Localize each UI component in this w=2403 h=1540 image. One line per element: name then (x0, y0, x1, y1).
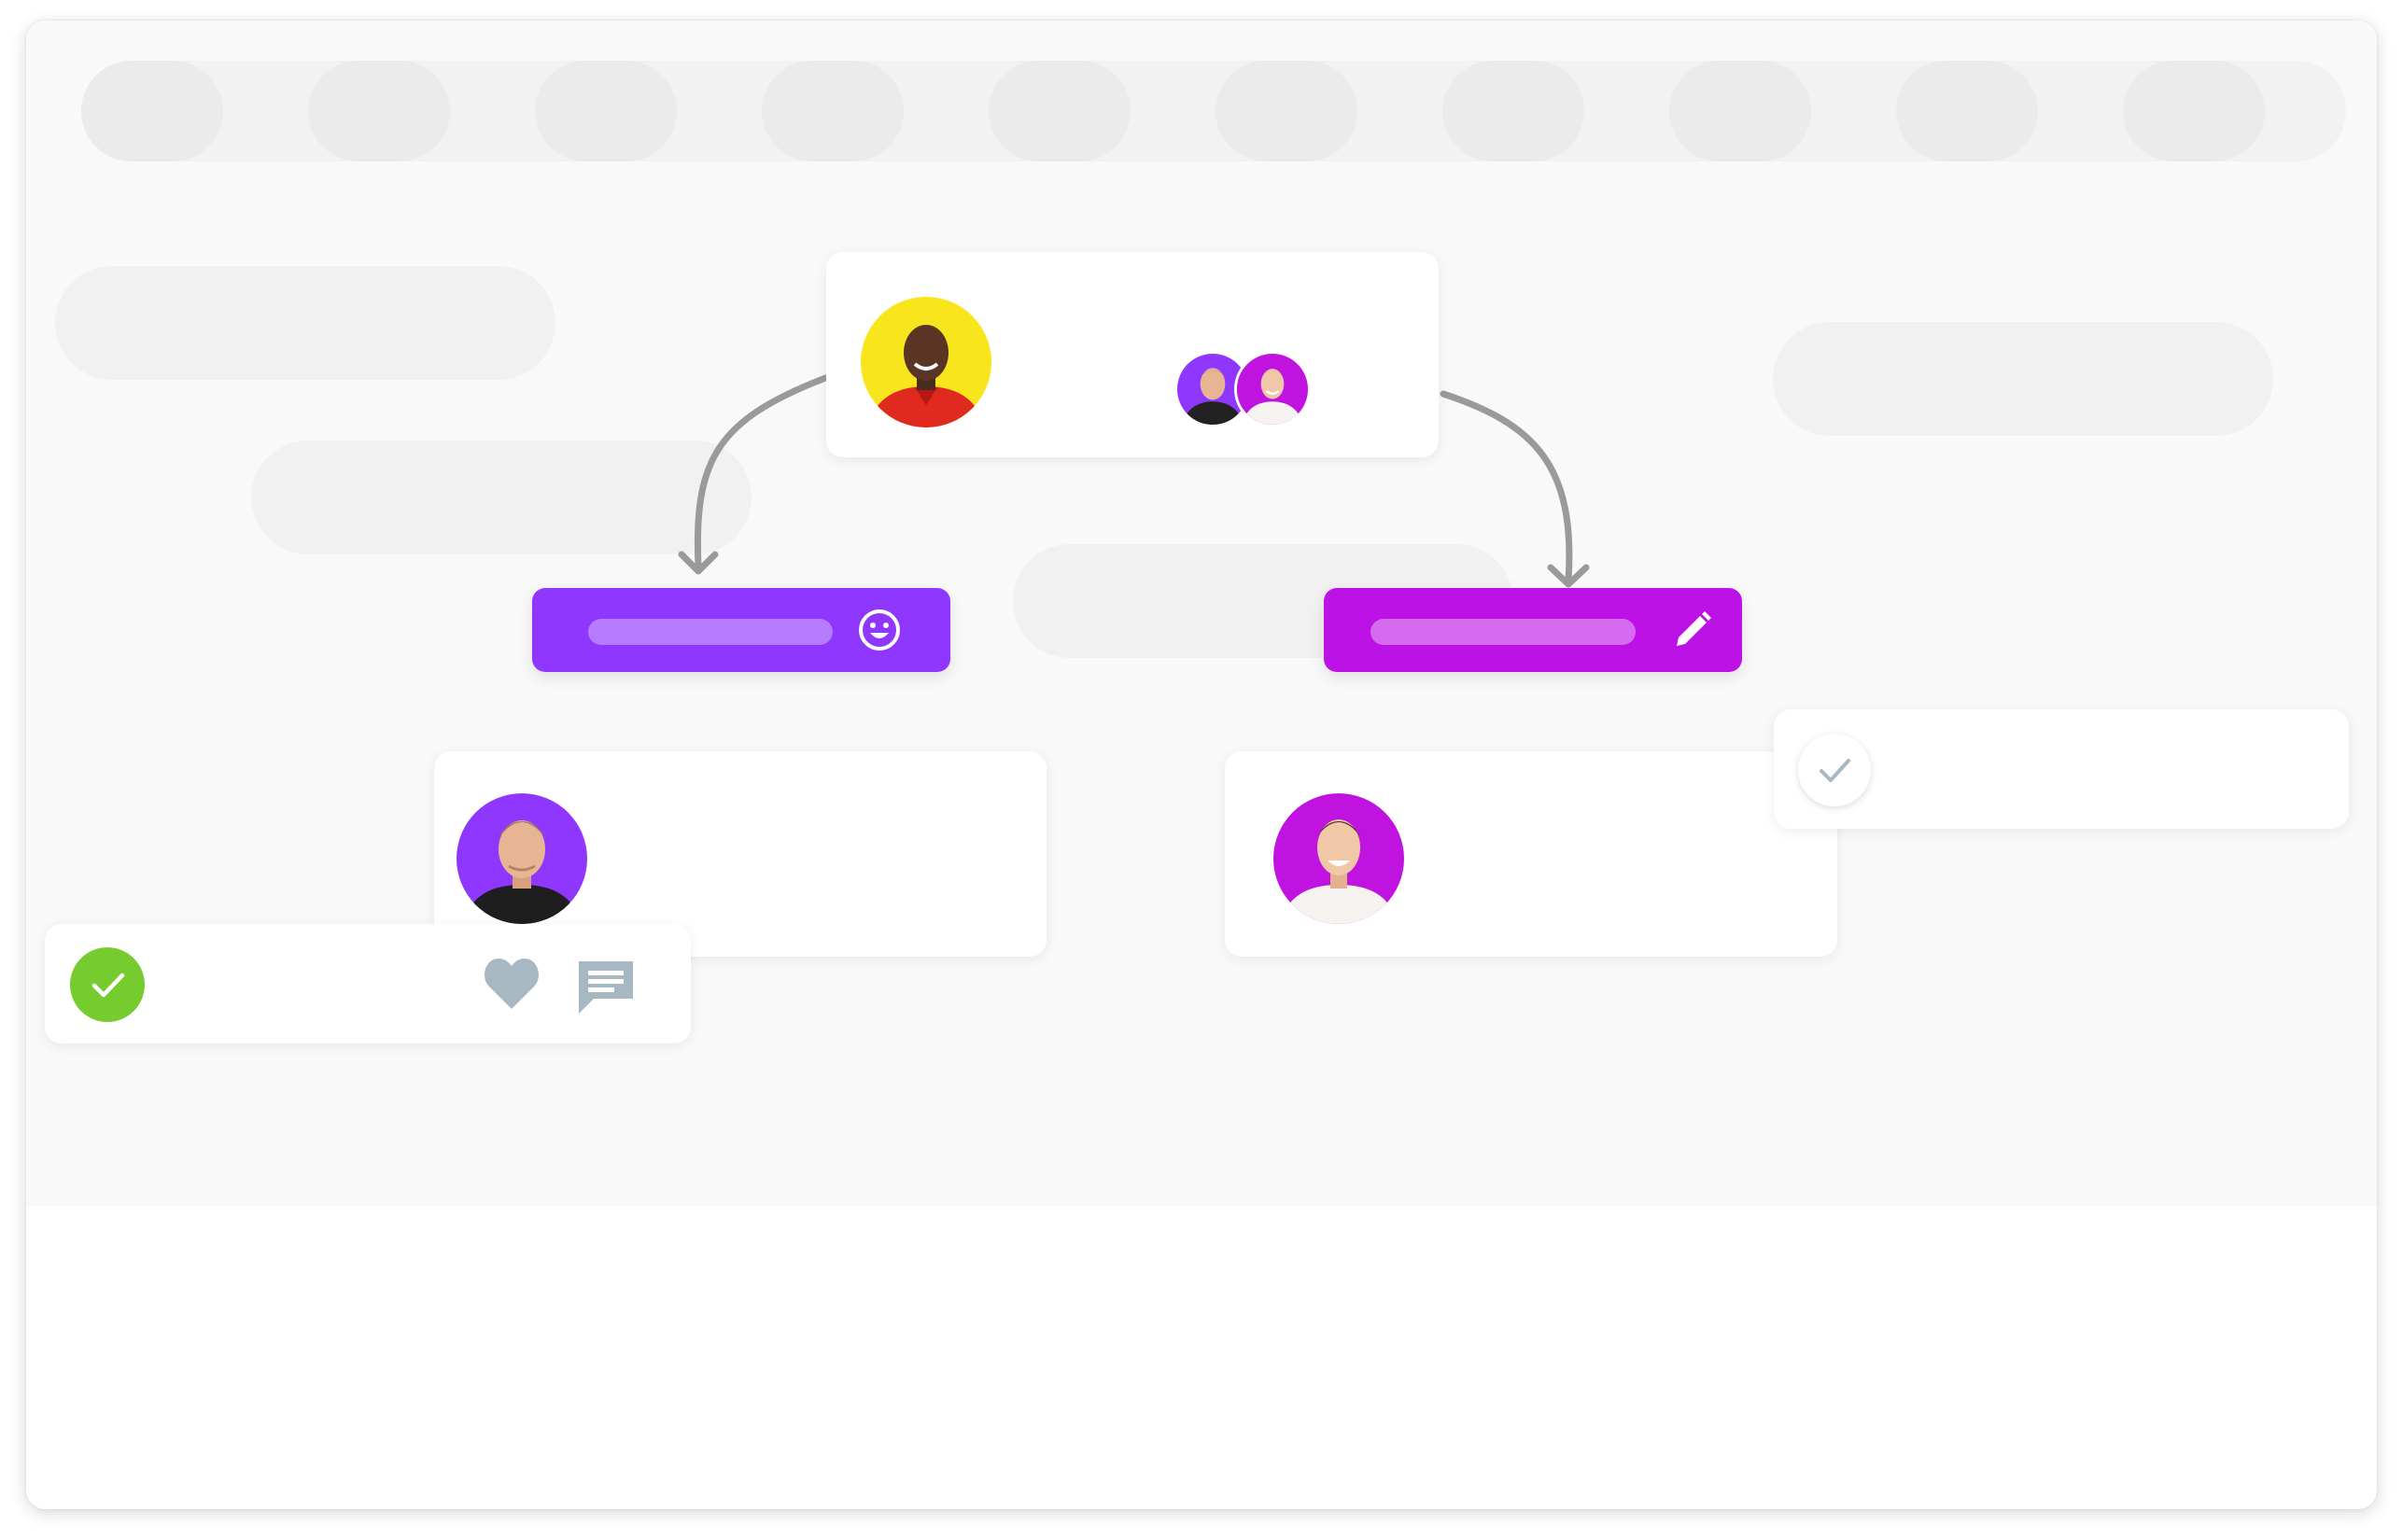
nav-tab-placeholder[interactable] (989, 61, 1131, 161)
task-card[interactable] (1774, 709, 2349, 829)
label-placeholder (1370, 619, 1636, 645)
content-placeholder (55, 266, 555, 380)
avatar (457, 793, 587, 924)
nav-tab-placeholder[interactable] (762, 61, 904, 161)
action-bar-violet[interactable] (532, 588, 950, 672)
nav-tab-placeholder[interactable] (2123, 61, 2265, 161)
nav-tab-placeholder[interactable] (1896, 61, 2038, 161)
reaction-card[interactable] (45, 924, 691, 1043)
nav-tab-placeholder[interactable] (1216, 61, 1357, 161)
arrow-down-icon (1547, 564, 1590, 588)
avatar (861, 297, 991, 427)
arrow-down-icon (678, 551, 719, 575)
comment-icon[interactable] (575, 958, 637, 1015)
app-window (26, 21, 2377, 1509)
smiley-icon[interactable] (856, 607, 903, 653)
workflow-canvas (26, 21, 2377, 1206)
nav-tab-placeholder[interactable] (1442, 61, 1584, 161)
nav-tab-placeholder[interactable] (535, 61, 677, 161)
member-card[interactable] (1225, 751, 1837, 957)
heart-icon[interactable] (482, 955, 541, 1013)
avatar (1273, 793, 1404, 924)
action-bar-magenta[interactable] (1324, 588, 1742, 672)
label-placeholder (588, 619, 833, 645)
nav-tab-placeholder[interactable] (1669, 61, 1811, 161)
avatar (1234, 351, 1311, 427)
content-placeholder (1773, 322, 2273, 436)
nav-tab-placeholder[interactable] (81, 61, 223, 161)
check-icon[interactable] (1798, 734, 1871, 806)
manager-card[interactable] (826, 252, 1439, 457)
nav-tab-placeholder[interactable] (308, 61, 450, 161)
content-placeholder (251, 441, 752, 554)
check-icon[interactable] (70, 947, 145, 1022)
pencil-icon[interactable] (1669, 607, 1716, 653)
